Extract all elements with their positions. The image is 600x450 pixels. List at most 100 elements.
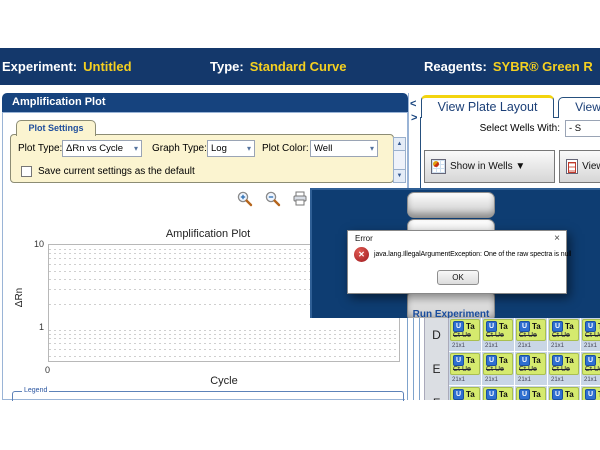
plate-well[interactable]: UTaCt Ue 21x1 bbox=[548, 352, 580, 385]
tab-view-well-table[interactable]: View bbox=[558, 97, 600, 118]
legend-table-icon bbox=[566, 159, 578, 174]
well-secondary-text: Ct Ue bbox=[451, 332, 479, 339]
plot-color-select[interactable]: Well▾ bbox=[310, 140, 378, 157]
plate-well[interactable]: UTaCt Ue21x1 bbox=[548, 318, 580, 351]
x-axis-tick-0: 0 bbox=[45, 365, 50, 375]
unknown-task-icon: U bbox=[552, 355, 563, 366]
ok-button[interactable]: OK bbox=[437, 270, 479, 285]
save-default-checkbox[interactable] bbox=[21, 166, 32, 177]
panel-edge-line bbox=[407, 318, 408, 400]
well-target-text: Ta bbox=[565, 322, 574, 331]
collapse-left-arrow[interactable]: < bbox=[410, 99, 416, 109]
plate-well[interactable]: UTaCt Ue21x1 bbox=[449, 352, 481, 385]
well-secondary-text: Ct Ue bbox=[451, 366, 479, 373]
plate-well[interactable]: UTaCt Ue21x1 bbox=[581, 386, 600, 400]
plot-type-value: ΔRn vs Cycle bbox=[66, 143, 123, 154]
unknown-task-icon: U bbox=[585, 389, 596, 400]
plate-well[interactable]: UTaCt Ue21x1 bbox=[581, 318, 600, 351]
well-quantity-text: 21x1 bbox=[518, 343, 531, 349]
well-secondary-text: Ct Ue bbox=[517, 332, 545, 339]
well-chip: UTaCt Ue bbox=[582, 387, 600, 400]
plate-well[interactable]: UTaCt Ue21x1 bbox=[548, 386, 580, 400]
unknown-task-icon: U bbox=[519, 321, 530, 332]
well-quantity-text: 21x1 bbox=[452, 343, 465, 349]
plot-type-label: Plot Type: bbox=[18, 143, 62, 154]
show-in-wells-label: Show in Wells ▼ bbox=[450, 161, 525, 172]
well-chip: UTaCt Ue bbox=[516, 319, 546, 341]
plate-well[interactable]: UTaCt Ue21x1 bbox=[515, 352, 547, 385]
run-window-button-top[interactable] bbox=[407, 192, 495, 218]
settings-scroll-down-arrow-icon[interactable]: ▼ bbox=[393, 169, 406, 183]
chevron-down-icon: ▾ bbox=[134, 144, 138, 153]
chart-gridline bbox=[49, 356, 399, 357]
y-axis-label: ΔRn bbox=[14, 288, 25, 307]
well-target-text: Ta bbox=[532, 356, 541, 365]
unknown-task-icon: U bbox=[585, 355, 596, 366]
chart-gridline bbox=[49, 334, 399, 335]
amplification-plot-panel-title: Amplification Plot bbox=[2, 93, 408, 112]
zoom-out-icon[interactable] bbox=[264, 190, 281, 207]
reagents-label: Reagents: bbox=[424, 59, 487, 74]
tab-plot-settings[interactable]: Plot Settings bbox=[16, 120, 96, 136]
plate-row: UTaCt Ue21x1UTaCt Ue21x1UTaCt Ue21x1UTaC… bbox=[449, 352, 600, 386]
graph-type-value: Log bbox=[211, 143, 227, 154]
zoom-in-icon[interactable] bbox=[236, 190, 253, 207]
collapse-right-arrow[interactable]: > bbox=[411, 113, 417, 123]
well-quantity-text: 21x1 bbox=[584, 377, 597, 383]
well-quantity-text: 21x1 bbox=[485, 377, 498, 383]
show-in-wells-button[interactable]: Show in Wells ▼ bbox=[424, 150, 555, 183]
unknown-task-icon: U bbox=[486, 355, 497, 366]
error-dialog: Error × ✕ java.lang.IllegalArgumentExcep… bbox=[347, 230, 567, 294]
settings-scroll-up-arrow-icon[interactable]: ▲ bbox=[393, 137, 406, 151]
chart-gridline bbox=[49, 343, 399, 344]
well-secondary-text: Ct Ue bbox=[517, 366, 545, 373]
y-axis-tick-10: 10 bbox=[26, 239, 44, 249]
well-secondary-text: Ct Ue bbox=[484, 332, 512, 339]
well-chip: UTaCt Ue bbox=[549, 387, 579, 400]
save-default-label: Save current settings as the default bbox=[38, 166, 195, 177]
plate-grid: UTaCt Ue21x1UTaCt Ue21x1UTaCt Ue21x1UTaC… bbox=[449, 318, 600, 400]
well-chip: UTaCt Ue bbox=[450, 387, 480, 400]
tab-view-plate-layout[interactable]: View Plate Layout bbox=[421, 95, 554, 118]
close-icon[interactable]: × bbox=[554, 233, 560, 244]
well-chip: UTaCt Ue bbox=[549, 353, 579, 375]
plate-well[interactable]: UTaCt Ue 21x1 bbox=[581, 352, 600, 385]
plate-row-label: F bbox=[425, 386, 448, 400]
experiment-value: Untitled bbox=[83, 59, 131, 74]
unknown-task-icon: U bbox=[585, 321, 596, 332]
error-icon: ✕ bbox=[354, 247, 369, 262]
settings-scrollbar-track[interactable] bbox=[393, 151, 406, 169]
well-target-text: Ta bbox=[466, 322, 475, 331]
print-icon[interactable] bbox=[292, 191, 308, 206]
well-chip: UTaCt Ue bbox=[516, 387, 546, 400]
unknown-task-icon: U bbox=[486, 321, 497, 332]
select-wells-dropdown[interactable]: - S bbox=[565, 120, 600, 137]
well-chip: UTaCt Ue bbox=[483, 387, 513, 400]
plate-well[interactable]: UTaCt Ue21x1 bbox=[515, 386, 547, 400]
view-legend-button[interactable]: View L bbox=[559, 150, 600, 183]
chevron-down-icon: ▾ bbox=[370, 144, 374, 153]
experiment-label: Experiment: bbox=[2, 59, 77, 74]
well-target-text: Ta bbox=[532, 322, 541, 331]
plate-well[interactable]: UTaCt Ue 21x1 bbox=[449, 318, 481, 351]
well-target-text: Ta bbox=[532, 390, 541, 399]
well-quantity-text: 21x1 bbox=[551, 343, 564, 349]
plot-type-select[interactable]: ΔRn vs Cycle ▾ bbox=[62, 140, 142, 157]
plate-well[interactable]: UTaCt Ue21x1 bbox=[482, 386, 514, 400]
well-chip: UTaCt Ue bbox=[450, 319, 480, 341]
plate-well[interactable]: UTaCt Ue21x1 bbox=[482, 318, 514, 351]
plate-row-label: E bbox=[425, 352, 448, 386]
unknown-task-icon: U bbox=[552, 321, 563, 332]
graph-type-select[interactable]: Log▾ bbox=[207, 140, 255, 157]
plate-well[interactable]: UTaCt Ue21x1 bbox=[482, 352, 514, 385]
well-quantity-text: 21x1 bbox=[551, 377, 564, 383]
panel-edge-line bbox=[419, 318, 420, 400]
well-target-text: Ta bbox=[466, 390, 475, 399]
reagents-field: Reagents: SYBR® Green R bbox=[424, 48, 593, 85]
well-chip: UTaCt Ue bbox=[582, 353, 600, 375]
plate-well[interactable]: UTaCt Ue 21x1 bbox=[515, 318, 547, 351]
plate-well[interactable]: UTaCt Ue21x1 bbox=[449, 386, 481, 400]
plate-layout-grid-area: DEF UTaCt Ue21x1UTaCt Ue21x1UTaCt Ue21x1… bbox=[405, 318, 600, 400]
legend-groupbox bbox=[12, 391, 404, 401]
well-chip: UTaCt Ue bbox=[483, 319, 513, 341]
